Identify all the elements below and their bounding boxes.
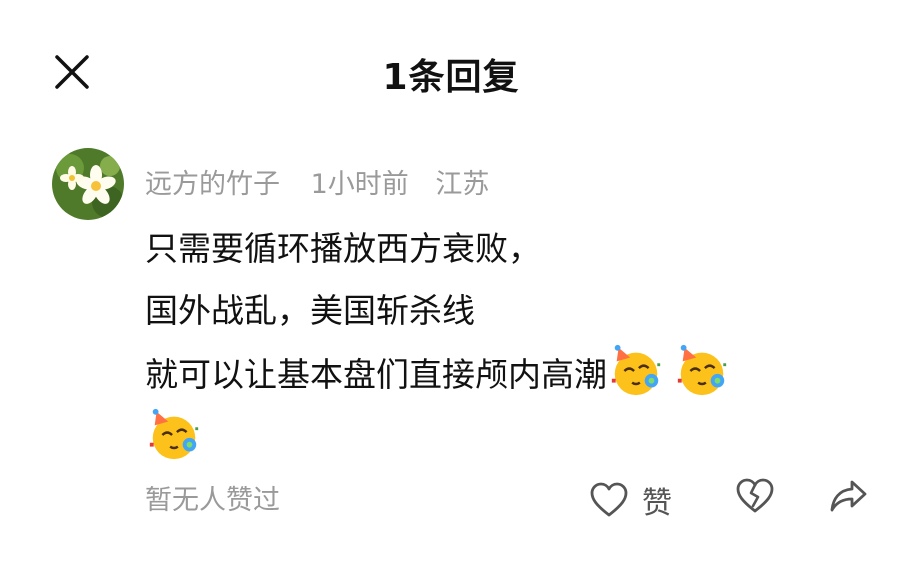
like-label: 赞 <box>642 486 672 521</box>
partying-face-icon <box>611 344 661 396</box>
comment-line-3-text: 就可以让基本盘们直接颅内高潮 <box>145 355 607 394</box>
comment-line-2: 国外战乱，美国斩杀线 <box>145 291 475 330</box>
heart-outline-icon <box>590 482 628 517</box>
comment-meta: 远方的竹子 1小时前 江苏 <box>145 162 511 201</box>
page-title: 1条回复 <box>382 57 520 98</box>
no-likes-text: 暂无人赞过 <box>145 485 280 516</box>
comment-content: 只需要循环播放西方衰败， 国外战乱，美国斩杀线 就可以让基本盘们直接颅内高潮 <box>145 218 865 470</box>
avatar[interactable] <box>52 148 124 220</box>
username[interactable]: 远方的竹子 <box>145 169 280 200</box>
partying-face-icon <box>149 408 199 460</box>
partying-face-icon <box>677 344 727 396</box>
share-button[interactable] <box>830 478 868 518</box>
comment-location: 江苏 <box>435 169 490 200</box>
comment-time: 1小时前 <box>310 169 409 200</box>
comment-line-3: 就可以让基本盘们直接颅内高潮 <box>145 342 865 406</box>
share-arrow-icon <box>830 480 867 512</box>
dislike-button[interactable] <box>736 478 774 518</box>
like-button[interactable]: 赞 <box>590 478 672 522</box>
comment-line-1: 只需要循环播放西方衰败， <box>145 229 541 268</box>
broken-heart-icon <box>736 478 774 513</box>
reply-sheet: 1条回复 远方的竹子 1小时前 江苏 只需要循环播放西方衰败， 国外战乱，美国斩… <box>0 0 902 587</box>
flower-avatar-icon <box>52 148 124 220</box>
comment-line-4 <box>145 406 865 470</box>
